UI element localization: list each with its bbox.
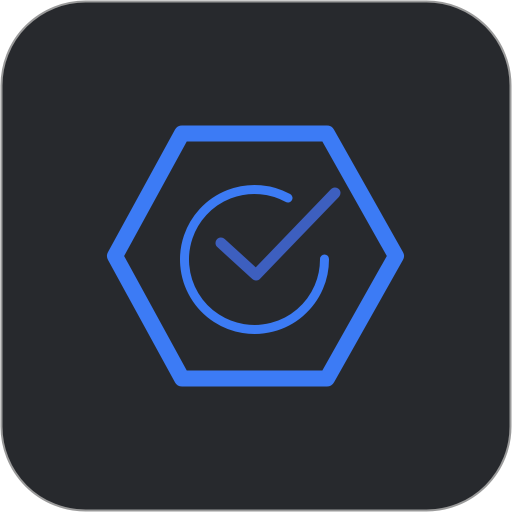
icon-tile [0,0,512,512]
app-icon-svg [0,0,512,512]
app-icon [0,0,512,512]
